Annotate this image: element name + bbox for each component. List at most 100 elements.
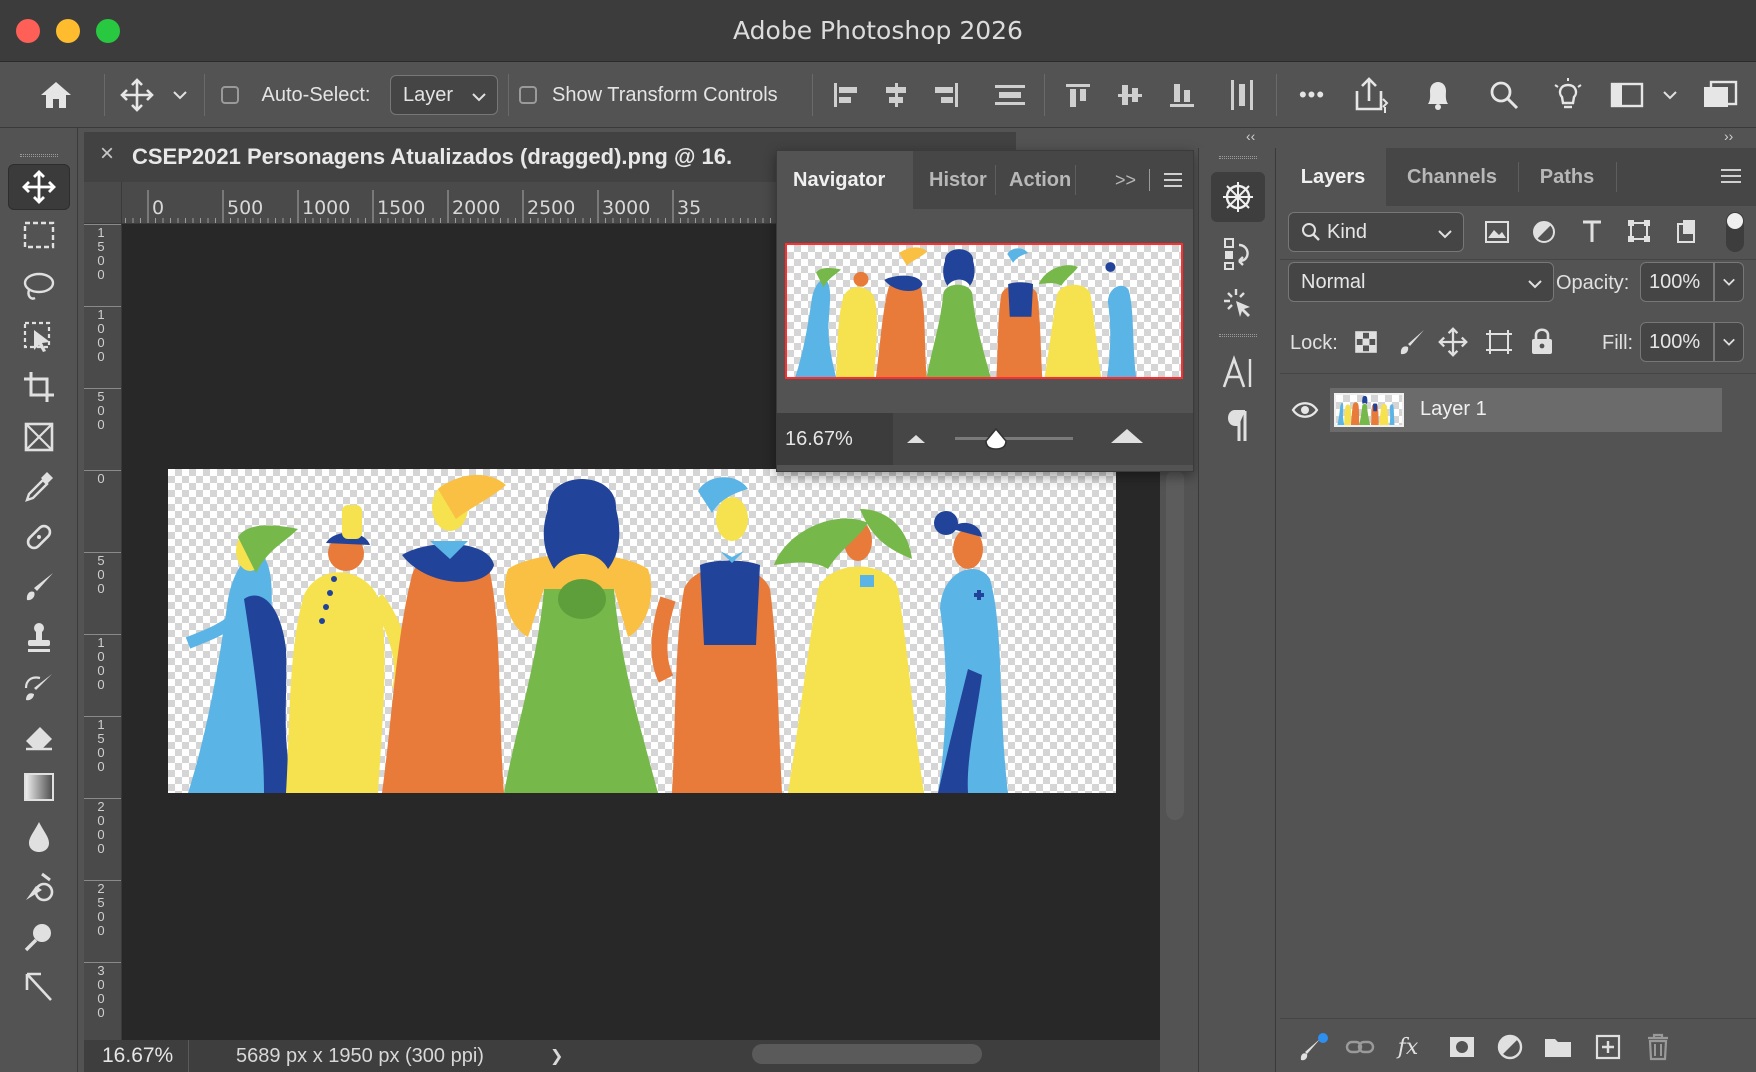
crop-tool-icon[interactable] <box>8 364 70 410</box>
layer-effects-fx-icon[interactable]: fx <box>1392 1031 1424 1063</box>
lock-position-icon[interactable] <box>1438 327 1468 362</box>
history-panel-icon[interactable] <box>1211 228 1265 278</box>
marquee-tool-icon[interactable] <box>8 212 70 258</box>
document-image[interactable] <box>168 469 1116 793</box>
close-document-icon[interactable]: × <box>100 140 114 168</box>
workspace-icon[interactable] <box>1604 62 1650 128</box>
layer-visibility-eye-icon[interactable] <box>1280 388 1330 432</box>
vertical-scrollbar[interactable] <box>1166 470 1184 820</box>
share-icon[interactable] <box>1344 62 1398 128</box>
zoom-slider-track[interactable] <box>955 437 1073 440</box>
more-options-icon[interactable]: ••• <box>1290 62 1334 128</box>
align-vertical-center-icon[interactable] <box>1110 62 1150 128</box>
tab-actions[interactable]: Action <box>1009 151 1073 209</box>
filter-pixel-layers-icon[interactable] <box>1484 220 1510 249</box>
layer-row[interactable]: Layer 1 <box>1330 388 1722 432</box>
eraser-tool-icon[interactable] <box>8 714 70 760</box>
tool-preset-chevron-icon[interactable] <box>164 62 196 128</box>
actions-panel-icon[interactable] <box>1211 278 1265 328</box>
path-selection-tool-icon[interactable] <box>8 964 70 1010</box>
collapse-panels-icon[interactable]: ‹‹ <box>1246 128 1255 144</box>
lasso-tool-icon[interactable] <box>8 264 70 310</box>
navigator-panel-icon[interactable] <box>1211 172 1265 222</box>
distribute-vertical-icon[interactable] <box>988 62 1032 128</box>
new-layer-icon[interactable] <box>1592 1031 1624 1063</box>
move-tool-icon[interactable] <box>112 62 162 128</box>
filter-smart-objects-icon[interactable] <box>1674 218 1698 249</box>
distribute-horizontal-icon[interactable] <box>1222 62 1262 128</box>
ruler-label: 3000 <box>97 963 105 1020</box>
add-mask-icon[interactable] <box>1446 1031 1478 1063</box>
layer-style-brush-icon[interactable] <box>1298 1031 1330 1063</box>
show-transform-checkbox[interactable] <box>516 62 540 128</box>
history-brush-tool-icon[interactable] <box>8 664 70 710</box>
eyedropper-tool-icon[interactable] <box>8 464 70 510</box>
filter-toggle-switch[interactable] <box>1726 212 1744 252</box>
zoom-in-icon[interactable] <box>1109 425 1145 452</box>
navigator-menu-icon[interactable] <box>1163 151 1187 209</box>
dodge-tool-icon[interactable] <box>8 864 70 910</box>
ruler-origin[interactable] <box>84 182 122 224</box>
lock-all-icon[interactable] <box>1530 326 1554 361</box>
tab-channels[interactable]: Channels <box>1386 148 1518 206</box>
lock-artboard-icon[interactable] <box>1484 328 1514 361</box>
navigator-zoom-field[interactable]: 16.67% <box>777 413 893 465</box>
auto-select-dropdown[interactable]: Layer <box>390 75 498 115</box>
tab-history[interactable]: Histor <box>929 151 993 209</box>
blend-mode-dropdown[interactable]: Normal <box>1288 262 1554 302</box>
tab-paths[interactable]: Paths <box>1518 148 1616 206</box>
ruler-label: 1000 <box>302 197 350 219</box>
new-group-folder-icon[interactable] <box>1542 1031 1574 1063</box>
brush-tool-icon[interactable] <box>8 564 70 610</box>
navigator-thumbnail[interactable] <box>785 243 1183 379</box>
delete-layer-trash-icon[interactable] <box>1642 1031 1674 1063</box>
align-horizontal-center-icon[interactable] <box>876 62 916 128</box>
blur-tool-icon[interactable] <box>8 814 70 860</box>
arrange-documents-icon[interactable] <box>1696 62 1744 128</box>
search-icon[interactable] <box>1482 62 1526 128</box>
lock-transparent-pixels-icon[interactable] <box>1354 330 1378 359</box>
status-menu-arrow-icon[interactable]: ❯ <box>550 1046 563 1066</box>
frame-tool-icon[interactable] <box>8 414 70 460</box>
zoom-out-icon[interactable] <box>903 427 929 452</box>
filter-type-layers-icon[interactable] <box>1580 218 1604 249</box>
horizontal-scrollbar[interactable] <box>752 1044 982 1064</box>
align-top-icon[interactable] <box>1058 62 1098 128</box>
clone-stamp-tool-icon[interactable] <box>8 614 70 660</box>
healing-brush-tool-icon[interactable] <box>8 514 70 560</box>
gradient-tool-icon[interactable] <box>8 764 70 810</box>
align-right-icon[interactable] <box>926 62 966 128</box>
opacity-chevron-icon[interactable] <box>1714 262 1744 302</box>
lock-image-pixels-icon[interactable] <box>1398 328 1426 361</box>
tab-navigator[interactable]: Navigator <box>777 151 913 209</box>
pen-tool-icon[interactable] <box>8 914 70 960</box>
align-left-icon[interactable] <box>826 62 866 128</box>
link-layers-icon[interactable] <box>1344 1031 1376 1063</box>
fill-field[interactable]: 100% <box>1640 322 1714 362</box>
status-zoom[interactable]: 16.67% <box>102 1044 173 1068</box>
expand-panels-icon[interactable]: ›› <box>1724 128 1733 144</box>
auto-select-checkbox[interactable] <box>218 62 242 128</box>
ruler-label: 2000 <box>97 799 105 856</box>
opacity-field[interactable]: 100% <box>1640 262 1714 302</box>
fill-chevron-icon[interactable] <box>1714 322 1744 362</box>
character-panel-icon[interactable] <box>1211 348 1265 398</box>
layer-filter-kind-dropdown[interactable]: Kind <box>1288 212 1464 252</box>
align-bottom-icon[interactable] <box>1162 62 1202 128</box>
ruler-label: 1500 <box>97 225 105 282</box>
home-icon[interactable] <box>20 62 92 128</box>
move-tool-icon[interactable] <box>8 164 70 210</box>
filter-adjustment-layers-icon[interactable] <box>1532 220 1556 249</box>
tab-layers[interactable]: Layers <box>1280 148 1386 206</box>
zoom-slider-knob[interactable] <box>984 427 1008 456</box>
discover-lightbulb-icon[interactable] <box>1546 62 1590 128</box>
layers-menu-icon[interactable] <box>1720 168 1742 189</box>
tab-overflow-icon[interactable]: >> <box>1115 151 1145 209</box>
workspace-chevron-icon[interactable] <box>1654 62 1686 128</box>
new-adjustment-layer-icon[interactable] <box>1494 1031 1526 1063</box>
object-selection-tool-icon[interactable] <box>8 314 70 360</box>
filter-shape-layers-icon[interactable] <box>1626 218 1652 249</box>
paragraph-panel-icon[interactable] <box>1211 400 1265 450</box>
navigator-zoom-bar: 16.67% <box>777 413 1193 465</box>
notifications-bell-icon[interactable] <box>1416 62 1460 128</box>
